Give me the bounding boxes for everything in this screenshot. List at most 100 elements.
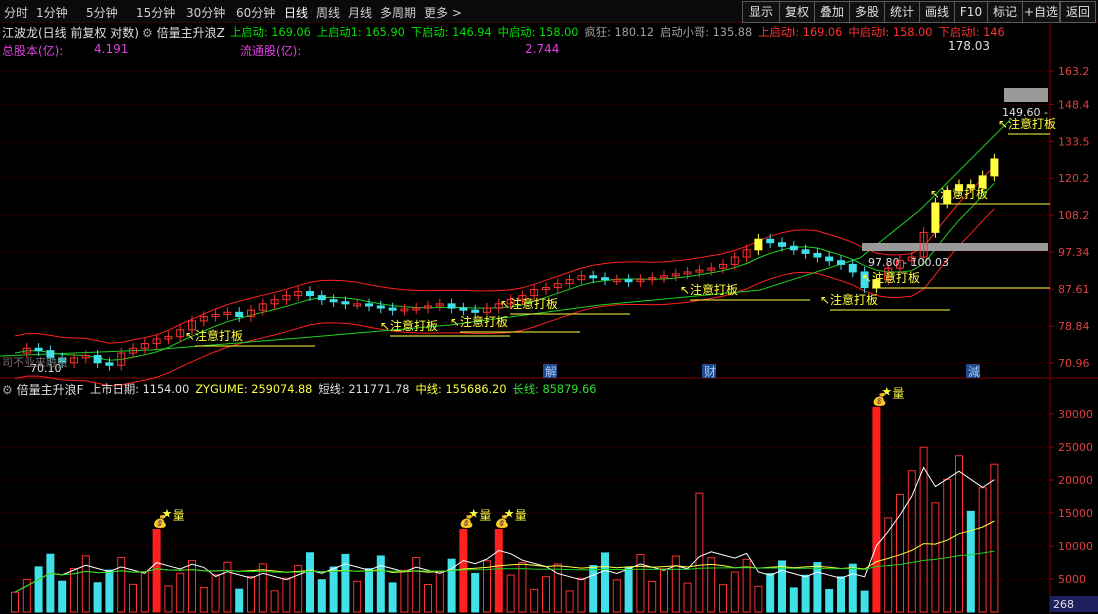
volume-bar — [778, 560, 786, 613]
volume-marker: 量 — [515, 509, 527, 523]
price-axis-label: 148.4 — [1058, 98, 1090, 111]
kline-chart[interactable]: 163.2 148.4 133.5 120.2 108.2 97.34 87.61 78.84… — [0, 0, 1098, 614]
volume-axis-label: 30000 — [1058, 408, 1093, 421]
volume-bar — [412, 557, 421, 613]
corner-value: 268 — [1053, 598, 1074, 611]
volume-bar — [719, 584, 727, 613]
high-price-mark: 178.03 — [948, 39, 990, 53]
volume-bar — [58, 580, 67, 613]
volume-bar — [837, 576, 845, 613]
total-shares-label: 总股本(亿): — [2, 44, 64, 58]
candlestick — [317, 295, 326, 301]
volume-bar — [660, 568, 668, 613]
candlestick — [624, 279, 633, 283]
candlestick — [801, 249, 810, 254]
volume-bar — [164, 585, 173, 613]
price-axis-label: 163.2 — [1058, 65, 1090, 78]
volume-bar — [907, 470, 916, 613]
volume-bar — [117, 556, 126, 613]
volume-bar — [471, 572, 480, 613]
star-icon: ★ — [504, 507, 515, 521]
volume-bar — [459, 529, 468, 613]
volume-bar — [81, 555, 90, 613]
volume-indicator-values: 上市日期: 1154.00 ZYGUME: 259074.88 短线: 211771… — [90, 381, 602, 397]
volume-bar — [636, 554, 645, 613]
volume-bar — [707, 557, 716, 613]
volume-bar — [825, 588, 834, 613]
candlestick — [601, 277, 609, 281]
volume-indicator-toggle[interactable]: ⚙ 倍量主升浪F — [2, 381, 84, 398]
volume-indicator-value: 中线: 155686.20 — [415, 383, 507, 396]
volume-bar — [235, 588, 244, 613]
event-marker: 解 — [545, 365, 557, 379]
volume-axis-label: 15000 — [1058, 507, 1093, 520]
volume-bar — [565, 590, 574, 613]
candlestick — [459, 307, 468, 311]
volume-bar — [129, 583, 137, 613]
volume-bar — [70, 567, 78, 613]
volume-bar — [388, 582, 397, 613]
volume-bar — [306, 552, 314, 613]
candlestick — [329, 299, 338, 303]
volume-mid-line — [14, 520, 995, 593]
volume-bar — [11, 591, 19, 613]
volume-marker: 量 — [892, 386, 904, 400]
volume-bar — [589, 565, 598, 613]
volume-bar — [365, 568, 373, 613]
volume-bar — [860, 590, 869, 613]
volume-bar — [612, 579, 621, 613]
signal-label: ↖注意打板 — [185, 328, 243, 343]
volume-bar — [813, 562, 822, 613]
signal-label: ↖注意打板 — [380, 318, 438, 333]
volume-bar — [494, 529, 503, 613]
float-shares-label: 流通股(亿): — [240, 44, 302, 58]
indicator-value: 中启动: 158.00 — [497, 26, 579, 39]
candlestick — [766, 238, 775, 244]
candlestick — [93, 354, 102, 364]
volume-bar — [424, 584, 432, 613]
volume-bar — [872, 406, 881, 613]
volume-bar — [152, 529, 161, 613]
volume-bar — [577, 577, 586, 613]
candlestick — [931, 202, 940, 233]
candlestick — [105, 362, 114, 366]
volume-bar — [530, 588, 539, 613]
candlestick — [388, 307, 397, 311]
signal-label: ↖注意打板 — [500, 296, 558, 311]
volume-bar — [683, 582, 692, 613]
volume-bar — [966, 510, 975, 613]
candlestick — [825, 256, 834, 262]
volume-bar — [648, 580, 657, 613]
volume-indicator-value: ZYGUME: 259074.88 — [195, 383, 313, 396]
candlestick — [471, 309, 480, 313]
volume-bar — [105, 569, 114, 613]
volume-bar — [46, 553, 55, 613]
volume-bar — [978, 487, 987, 613]
volume-bar — [341, 553, 350, 613]
candlestick — [754, 238, 763, 251]
volume-bar — [435, 571, 444, 613]
price-axis-label: 97.34 — [1058, 246, 1090, 259]
gear-icon[interactable]: ⚙ — [2, 383, 13, 397]
indicator-value: 下启动I: 146 — [938, 26, 1005, 39]
gear-icon[interactable]: ⚙ — [142, 26, 153, 40]
volume-bar — [188, 560, 196, 613]
volume-bar — [376, 555, 385, 613]
volume-axis-label: 20000 — [1058, 474, 1093, 487]
volume-bar — [848, 563, 857, 613]
float-shares-value: 2.744 — [525, 42, 560, 56]
volume-bar — [353, 580, 362, 613]
volume-short-line — [14, 466, 995, 593]
volume-bar — [990, 463, 999, 613]
candlestick — [978, 175, 987, 189]
volume-bar — [601, 552, 609, 613]
event-marker: 減 — [968, 364, 980, 379]
candlestick — [34, 347, 43, 352]
indicator-value: 疯狂: 180.12 — [584, 26, 655, 39]
candlestick — [789, 245, 798, 251]
volume-bar — [931, 502, 940, 613]
main-indicator-values: 上启动: 169.06 上启动1: 165.90 下启动: 146.94 中启动: 1… — [230, 24, 1011, 40]
faded-annotation: 司不业来融资 — [2, 356, 68, 369]
volume-bar — [506, 574, 515, 613]
main-indicator-toggle[interactable]: ⚙ 倍量主升浪Z — [142, 24, 225, 41]
